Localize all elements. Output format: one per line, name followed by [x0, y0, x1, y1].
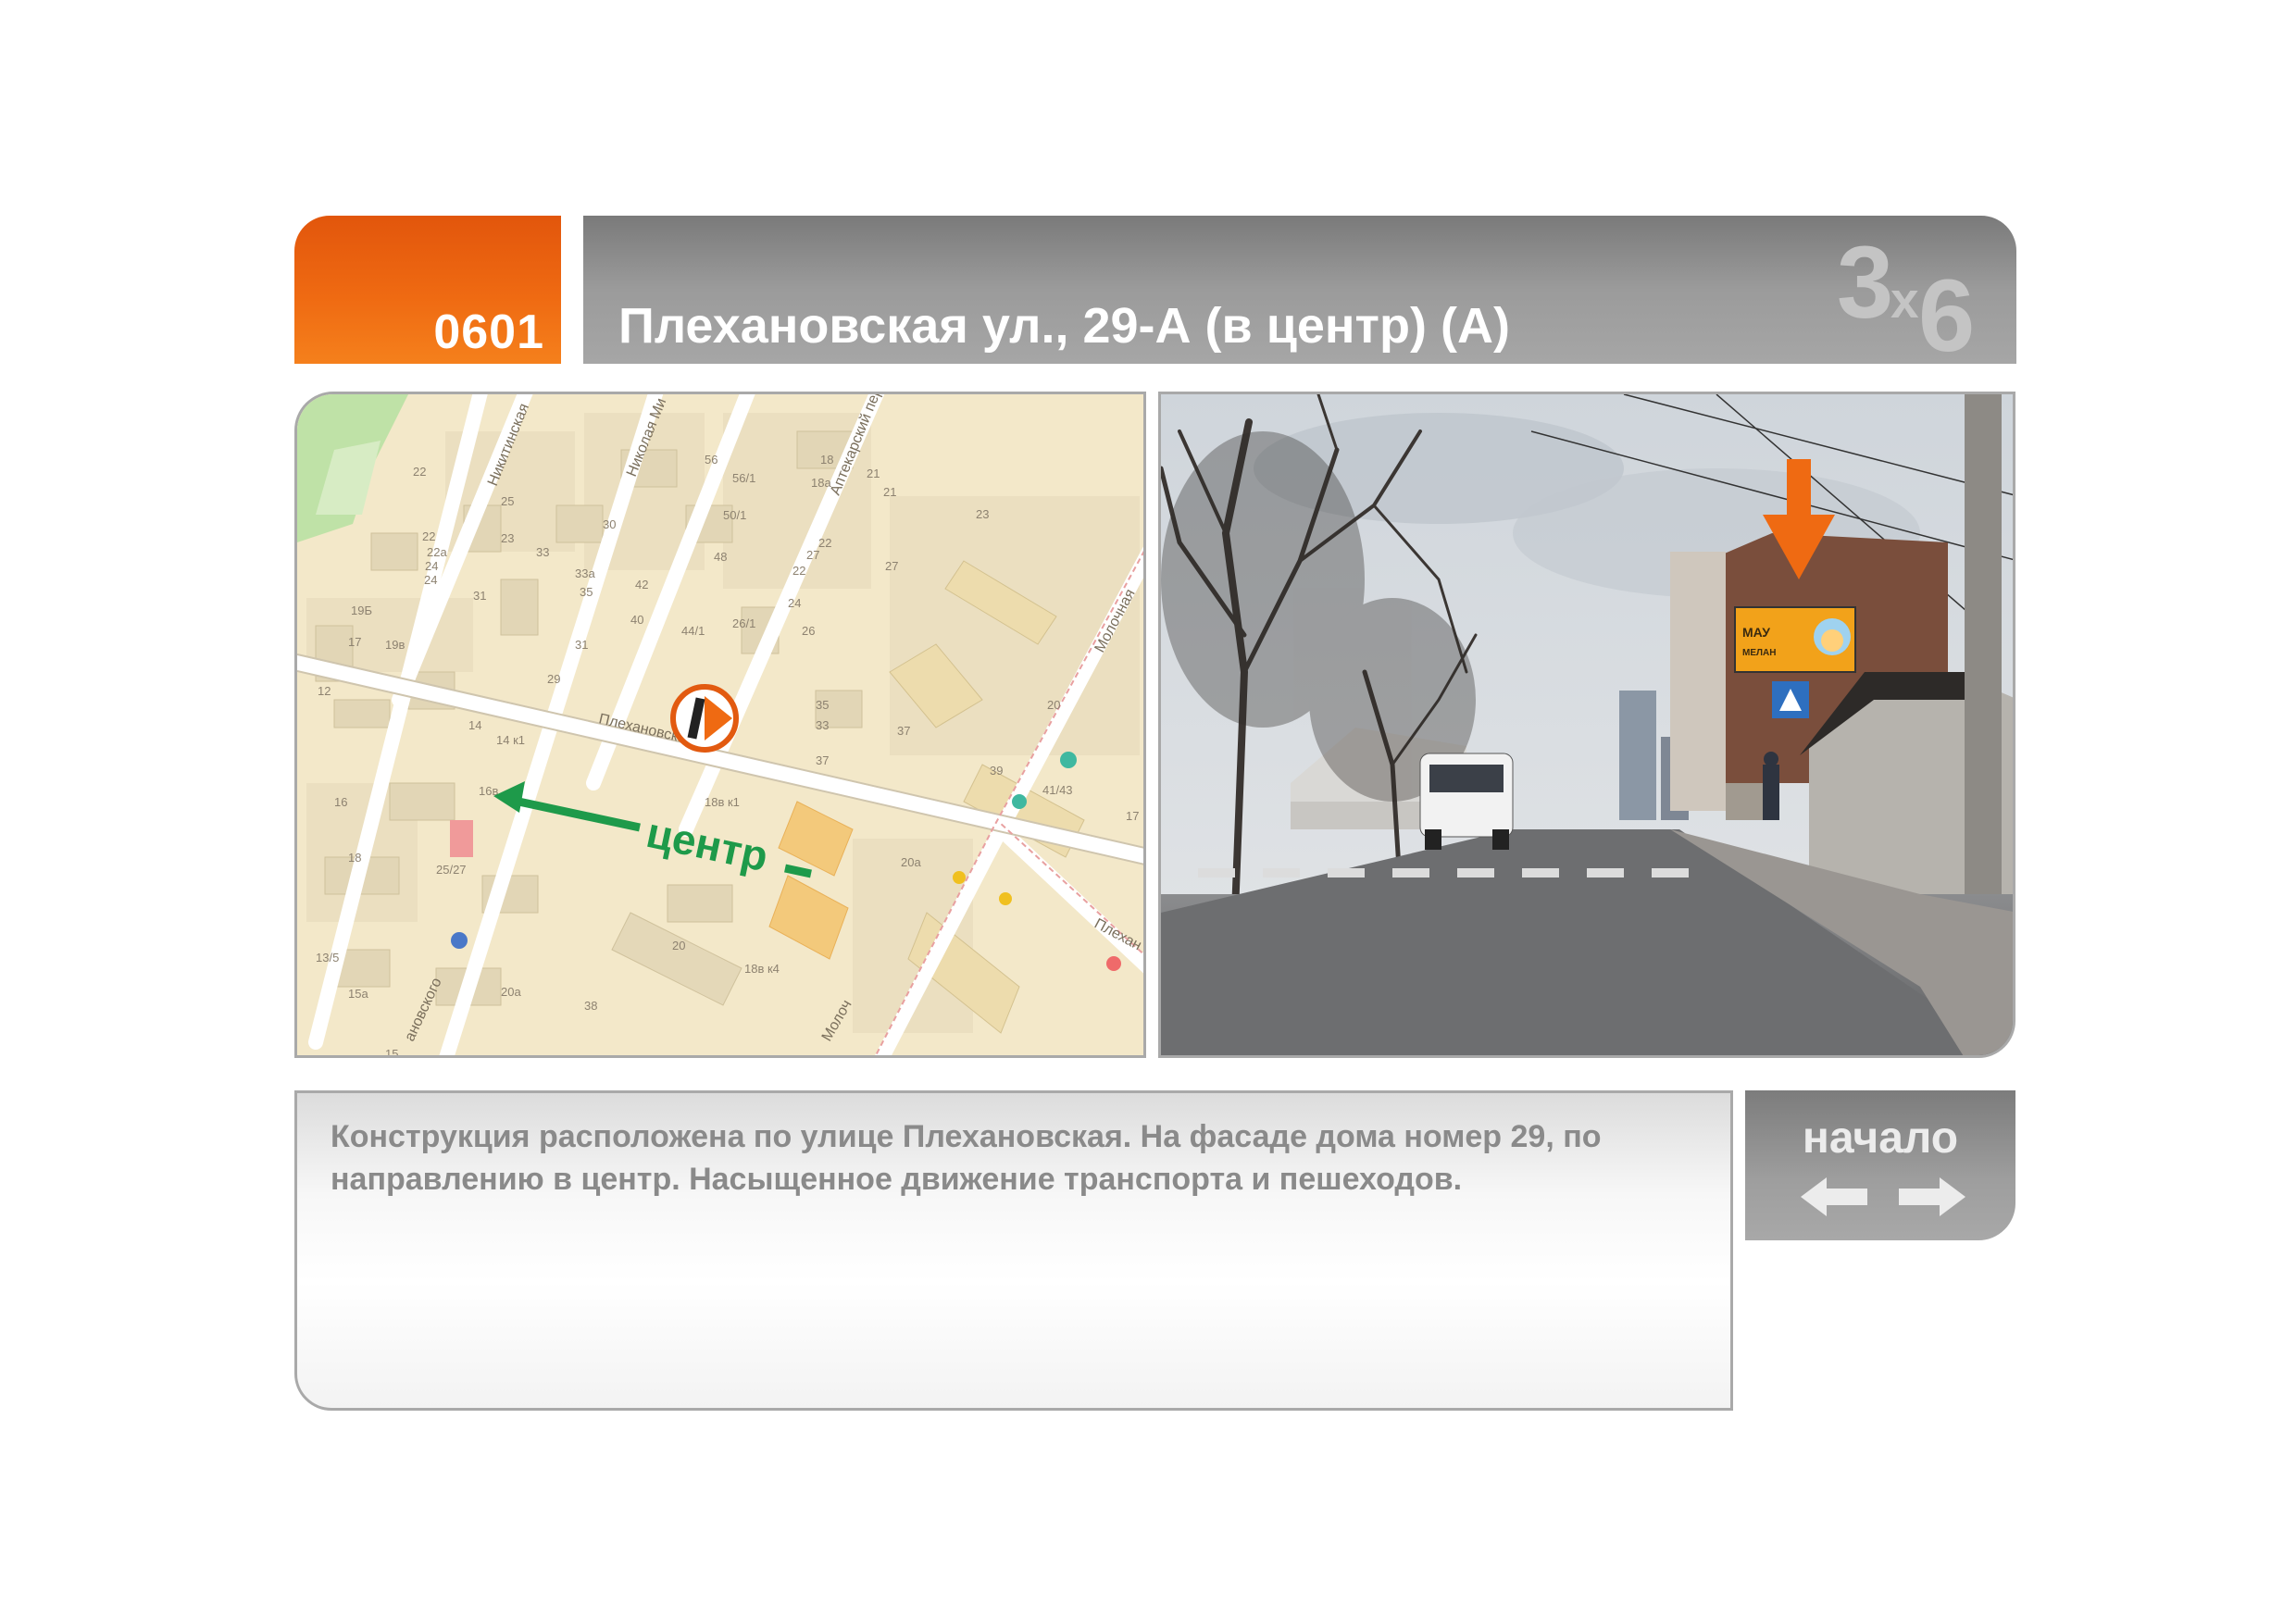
svg-text:22: 22	[422, 529, 435, 543]
svg-text:24: 24	[788, 596, 801, 610]
svg-text:33: 33	[816, 718, 829, 732]
svg-text:21: 21	[867, 467, 880, 480]
svg-text:56/1: 56/1	[732, 471, 755, 485]
svg-text:26: 26	[802, 624, 815, 638]
page-title: Плехановская ул., 29-А (в центр) (А)	[618, 298, 1510, 354]
svg-text:18в к4: 18в к4	[744, 962, 780, 976]
svg-text:15: 15	[385, 1047, 398, 1058]
svg-text:3: 3	[1837, 226, 1893, 340]
svg-text:17: 17	[348, 635, 361, 649]
svg-text:44/1: 44/1	[681, 624, 705, 638]
description-panel: Конструкция расположена по улице Плехано…	[294, 1090, 1733, 1411]
svg-text:22: 22	[818, 536, 831, 550]
svg-text:50/1: 50/1	[723, 508, 746, 522]
svg-text:31: 31	[473, 589, 486, 603]
svg-text:42: 42	[635, 578, 648, 591]
svg-text:x: x	[1890, 271, 1919, 329]
svg-text:23: 23	[976, 507, 989, 521]
location-map[interactable]: Плехановская Никитинская Николая Ми Апте…	[294, 392, 1146, 1058]
svg-text:14: 14	[468, 718, 481, 732]
svg-text:20: 20	[1047, 698, 1060, 712]
home-label: начало	[1802, 1114, 1959, 1163]
svg-text:26/1: 26/1	[732, 616, 755, 630]
svg-text:35: 35	[816, 698, 829, 712]
svg-text:24: 24	[425, 559, 438, 573]
svg-text:18в к1: 18в к1	[705, 795, 740, 809]
van	[1419, 753, 1514, 850]
svg-text:22: 22	[792, 564, 805, 578]
svg-text:56: 56	[705, 453, 718, 467]
street-photo[interactable]: МАУ МЕЛАН	[1158, 392, 2015, 1058]
svg-text:21: 21	[883, 485, 896, 499]
home-nav-button[interactable]: начало	[1745, 1090, 2015, 1240]
object-code: 0601	[433, 305, 544, 359]
svg-text:МАУ: МАУ	[1742, 625, 1770, 640]
svg-text:27: 27	[806, 548, 819, 562]
svg-text:31: 31	[575, 638, 588, 652]
svg-text:48: 48	[714, 550, 727, 564]
svg-text:18: 18	[820, 453, 833, 467]
photo-canvas: МАУ МЕЛАН	[1161, 394, 2013, 1055]
svg-text:20а: 20а	[501, 985, 521, 999]
svg-text:30: 30	[603, 517, 616, 531]
svg-text:18а: 18а	[811, 476, 831, 490]
description-text: Конструкция расположена по улице Плехано…	[331, 1119, 1602, 1197]
svg-text:37: 37	[897, 724, 910, 738]
svg-text:19Б: 19Б	[351, 604, 372, 617]
svg-text:18: 18	[348, 851, 361, 865]
svg-text:13/5: 13/5	[316, 951, 339, 965]
billboard-marker-icon[interactable]	[670, 684, 739, 753]
svg-text:25/27: 25/27	[436, 863, 467, 877]
object-code-badge: 0601	[294, 216, 561, 364]
title-bar: Плехановская ул., 29-А (в центр) (А) 3 x…	[583, 216, 2016, 364]
svg-text:23: 23	[501, 531, 514, 545]
brand-3x6-logo: 3 x 6	[1837, 226, 1975, 355]
svg-text:37: 37	[816, 753, 829, 767]
svg-text:МЕЛАН: МЕЛАН	[1742, 648, 1776, 658]
right-arrow-icon[interactable]	[1895, 1174, 1969, 1220]
svg-text:15а: 15а	[348, 987, 368, 1001]
svg-text:40: 40	[630, 613, 643, 627]
svg-text:20а: 20а	[901, 855, 921, 869]
svg-text:25: 25	[501, 494, 514, 508]
svg-text:33а: 33а	[575, 566, 595, 580]
svg-text:22: 22	[413, 465, 426, 479]
svg-text:27: 27	[885, 559, 898, 573]
svg-text:29: 29	[547, 672, 560, 686]
svg-text:33: 33	[536, 545, 549, 559]
svg-text:17: 17	[1126, 809, 1139, 823]
svg-text:12: 12	[318, 684, 331, 698]
svg-text:38: 38	[584, 999, 597, 1013]
svg-text:19в: 19в	[385, 638, 405, 652]
map-canvas: Плехановская Никитинская Николая Ми Апте…	[297, 394, 1143, 1058]
svg-text:24: 24	[424, 573, 437, 587]
svg-text:6: 6	[1918, 259, 1975, 355]
svg-text:16: 16	[334, 795, 347, 809]
left-arrow-icon[interactable]	[1797, 1174, 1871, 1220]
svg-text:39: 39	[990, 764, 1003, 778]
svg-text:35: 35	[580, 585, 593, 599]
svg-text:22а: 22а	[427, 545, 447, 559]
svg-text:41/43: 41/43	[1042, 783, 1073, 797]
svg-text:20: 20	[672, 939, 685, 952]
svg-text:14 к1: 14 к1	[496, 733, 525, 747]
billboard: МАУ МЕЛАН	[1734, 606, 1856, 673]
